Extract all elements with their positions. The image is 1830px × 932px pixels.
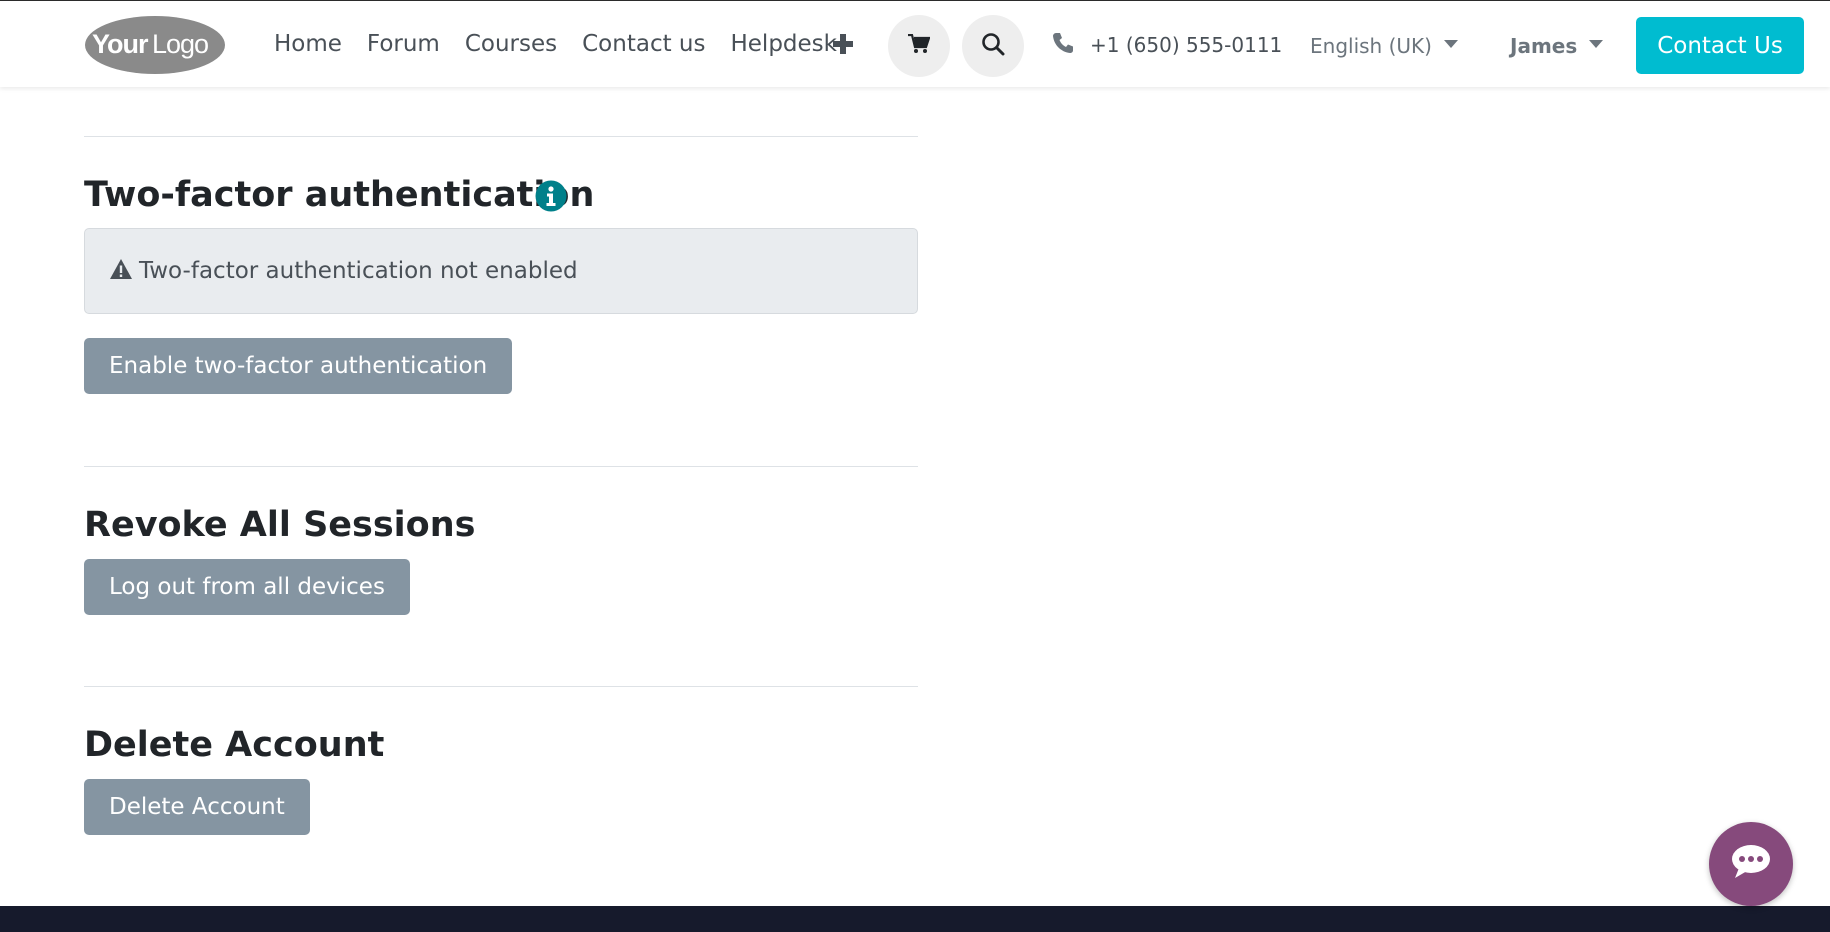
divider — [84, 466, 918, 467]
language-label: English (UK) — [1310, 34, 1432, 58]
nav-home[interactable]: Home — [274, 28, 342, 60]
enable-two-factor-button[interactable]: Enable two-factor authentication — [84, 338, 513, 394]
plus-icon[interactable] — [830, 28, 856, 60]
top-navbar: Your Logo Home Forum Courses Contact us … — [0, 0, 1830, 87]
contact-us-button[interactable]: Contact Us — [1636, 17, 1804, 74]
two-factor-status-alert: Two-factor authentication not enabled — [84, 228, 918, 314]
nav-forum[interactable]: Forum — [367, 28, 440, 60]
site-logo[interactable]: Your Logo — [84, 15, 226, 75]
info-icon[interactable] — [535, 180, 567, 212]
cart-icon — [908, 33, 931, 58]
chevron-down-icon — [1443, 39, 1458, 48]
phone-number[interactable]: +1 (650) 555-0111 — [1090, 31, 1282, 59]
revoke-sessions-title: Revoke All Sessions — [84, 505, 476, 545]
nav-courses[interactable]: Courses — [465, 28, 557, 60]
chevron-down-icon — [1589, 39, 1604, 48]
user-menu[interactable]: James — [1510, 32, 1604, 60]
warning-icon — [109, 258, 133, 284]
footer — [0, 906, 1830, 932]
nav-contact-us[interactable]: Contact us — [582, 28, 705, 60]
two-factor-status-text: Two-factor authentication not enabled — [139, 258, 578, 284]
nav-helpdesk[interactable]: Helpdesk — [730, 28, 837, 60]
delete-account-title: Delete Account — [84, 725, 385, 765]
divider — [84, 686, 918, 687]
svg-text:Your: Your — [92, 29, 149, 59]
search-icon — [981, 32, 1005, 60]
user-name: James — [1510, 34, 1578, 58]
phone-icon — [1052, 32, 1074, 54]
delete-account-button[interactable]: Delete Account — [84, 779, 310, 835]
logout-all-devices-button[interactable]: Log out from all devices — [84, 559, 410, 615]
divider — [84, 136, 918, 137]
language-selector[interactable]: English (UK) — [1310, 32, 1458, 60]
svg-text:Logo: Logo — [152, 29, 208, 59]
main-nav: Home Forum Courses Contact us Helpdesk — [274, 28, 862, 60]
chat-icon — [1731, 844, 1771, 884]
cart-button[interactable] — [888, 15, 950, 77]
live-chat-button[interactable] — [1709, 822, 1793, 906]
search-button[interactable] — [962, 15, 1024, 77]
two-factor-title: Two-factor authentication — [84, 175, 595, 215]
